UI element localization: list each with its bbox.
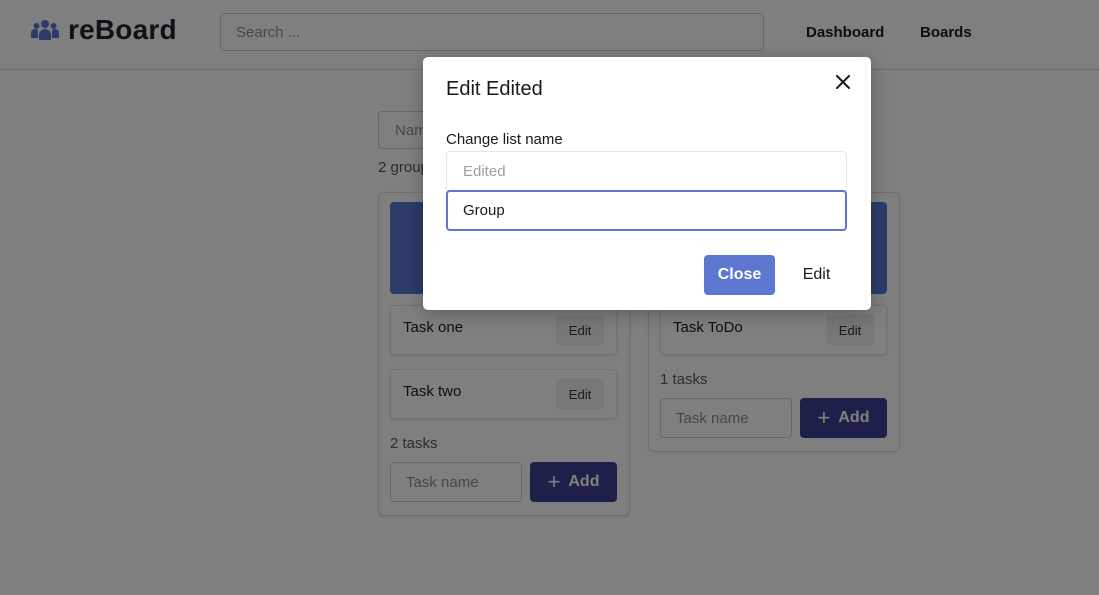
edit-list-dialog: Edit Edited Change list name Close Edit — [423, 57, 871, 310]
dialog-close-button[interactable] — [827, 69, 859, 95]
close-icon — [836, 75, 850, 89]
current-list-name-field[interactable] — [446, 151, 847, 191]
edit-submit-button[interactable]: Edit — [789, 255, 844, 295]
change-list-name-label: Change list name — [446, 131, 563, 148]
dialog-title: Edit Edited — [446, 78, 543, 100]
close-button[interactable]: Close — [704, 255, 775, 295]
new-list-name-input[interactable] — [446, 190, 847, 231]
